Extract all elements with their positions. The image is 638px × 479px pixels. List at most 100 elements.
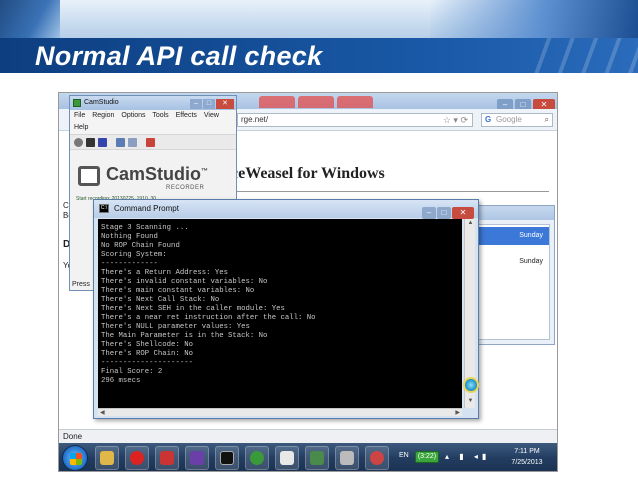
command-prompt-window: C:\ Command Prompt – □ ✕ Stage 3 Scanning … [93, 199, 479, 419]
console-line: There's main constant variables: No [101, 287, 255, 295]
minimize-button[interactable]: – [422, 207, 436, 219]
console-line: Final Score: 2 [101, 368, 163, 376]
search-icon[interactable]: ⌕ [545, 114, 549, 126]
camstudio-menubar-row2: Help [70, 122, 236, 134]
horizontal-scrollbar[interactable]: ◀ ▶ [98, 408, 462, 416]
taskbar-app-browser[interactable] [245, 446, 269, 470]
taskbar-app-opera[interactable] [125, 446, 149, 470]
record-icon[interactable] [74, 138, 83, 147]
camstudio-logo-icon [78, 166, 100, 186]
taskbar-app-visualstudio[interactable] [185, 446, 209, 470]
menu-help[interactable]: Help [74, 124, 88, 131]
browser-window: – □ ✕ rge.net/ ☆ ▾ ⟳ G Google ⌕ ceWeasel f… [59, 93, 557, 443]
list-item-day: Sunday [519, 232, 543, 239]
camstudio-titlebar: CamStudio – □ ✕ [70, 96, 236, 110]
camstudio-icon [340, 451, 354, 465]
browser-tab[interactable] [298, 96, 334, 108]
settings-icon[interactable] [146, 138, 155, 147]
browser-status-bar: Done [59, 429, 557, 443]
search-input[interactable]: G Google ⌕ [481, 113, 553, 127]
maximize-button[interactable]: □ [203, 99, 215, 109]
visual-studio-icon [190, 451, 204, 465]
cmd-titlebar: C:\ Command Prompt – □ ✕ [94, 200, 478, 220]
embedded-screenshot: – □ ✕ rge.net/ ☆ ▾ ⟳ G Google ⌕ ceWeasel f… [58, 92, 558, 472]
camstudio-toolbar [70, 134, 236, 150]
start-button[interactable] [62, 445, 88, 471]
browser-tabs [259, 95, 479, 108]
stop-icon[interactable] [98, 138, 107, 147]
scroll-right-icon[interactable]: ▶ [455, 409, 460, 416]
camstudio-icon [73, 99, 81, 107]
console-line: Nothing Found [101, 233, 158, 241]
address-bar[interactable]: rge.net/ ☆ ▾ ⟳ [237, 113, 473, 127]
close-button[interactable]: ✕ [216, 99, 234, 109]
console-line: There's a Return Address: Yes [101, 269, 228, 277]
address-text: rge.net/ [241, 115, 269, 124]
scroll-up-icon[interactable]: ▲ [466, 220, 475, 229]
menu-view[interactable]: View [204, 112, 219, 119]
menu-effects[interactable]: Effects [176, 112, 197, 119]
cursor-highlight-icon [463, 377, 479, 393]
console-line: --------------------- [101, 359, 193, 367]
taskbar-app-tools[interactable] [365, 446, 389, 470]
minimize-button[interactable]: – [190, 99, 202, 109]
slide-title: Normal API call check [35, 41, 323, 71]
maximize-button[interactable]: □ [437, 207, 451, 219]
console-line: The Main Parameter is in the Stack: No [101, 332, 268, 340]
slide-header-decoration [0, 0, 638, 38]
menu-tools[interactable]: Tools [152, 112, 168, 119]
bookmark-star-icon[interactable]: ☆ ▾ ⟳ [443, 114, 468, 126]
taskbar-app-window[interactable] [275, 446, 299, 470]
menu-region[interactable]: Region [92, 112, 114, 119]
camstudio-logo-name: CamStudio™ [106, 164, 209, 184]
taskbar-app-camstudio[interactable] [335, 446, 359, 470]
opera-icon [130, 451, 144, 465]
page-heading: ceWeasel for Windows [231, 165, 385, 182]
browser-tab[interactable] [337, 96, 373, 108]
taskbar-clock[interactable]: 7:11 PM 7/25/2013 [499, 446, 555, 468]
reader-icon [160, 451, 174, 465]
camstudio-footer: Press [72, 281, 90, 288]
console-line: There's Next SEH in the caller module: Y… [101, 305, 285, 313]
console-line: Scoring System: [101, 251, 167, 259]
search-placeholder: Google [496, 115, 522, 124]
monitor-icon [310, 451, 324, 465]
console-line: There's NULL parameter values: Yes [101, 323, 250, 331]
title-band-stripes [528, 38, 638, 73]
list-item-day: Sunday [519, 258, 543, 265]
camstudio-logo-sub: RECORDER [166, 185, 205, 191]
windows-logo-icon [70, 453, 82, 465]
menu-file[interactable]: File [74, 112, 85, 119]
scroll-down-icon[interactable]: ▼ [466, 398, 475, 407]
cmd-title: Command Prompt [114, 204, 179, 213]
console-line: There's invalid constant variables: No [101, 278, 268, 286]
taskbar-app-cmd[interactable] [215, 446, 239, 470]
folder-icon [100, 451, 114, 465]
region-icon[interactable] [128, 138, 137, 147]
pause-icon[interactable] [86, 138, 95, 147]
menu-options[interactable]: Options [121, 112, 145, 119]
camstudio-window-controls: – □ ✕ [189, 97, 234, 111]
console-line: No ROP Chain Found [101, 242, 180, 250]
console-line: ------------- [101, 260, 158, 268]
console-output[interactable]: Stage 3 Scanning ... Nothing Found No ROP … [98, 219, 462, 408]
annotate-icon[interactable] [116, 138, 125, 147]
battery-indicator[interactable]: (3:22) [415, 451, 439, 463]
console-line: There's a near ret instruction after the… [101, 314, 316, 322]
taskbar: EN (3:22) ▴ ▮ ◂▮ 7:11 PM 7/25/2013 [59, 443, 557, 471]
tools-icon [370, 451, 384, 465]
scroll-left-icon[interactable]: ◀ [100, 409, 105, 416]
clock-time: 7:11 PM [514, 448, 540, 455]
language-indicator[interactable]: EN [399, 452, 409, 459]
search-engine-icon[interactable]: G [485, 114, 491, 126]
header-swoosh-left [0, 0, 60, 38]
taskbar-app-reader[interactable] [155, 446, 179, 470]
window-icon [280, 451, 294, 465]
cmd-window-controls: – □ ✕ [421, 202, 474, 220]
taskbar-app-monitor[interactable] [305, 446, 329, 470]
browser-tab[interactable] [259, 96, 295, 108]
tray-icons[interactable]: ▴ ▮ ◂▮ [445, 452, 490, 461]
taskbar-app-explorer[interactable] [95, 446, 119, 470]
console-icon [220, 451, 234, 465]
close-button[interactable]: ✕ [452, 207, 474, 219]
